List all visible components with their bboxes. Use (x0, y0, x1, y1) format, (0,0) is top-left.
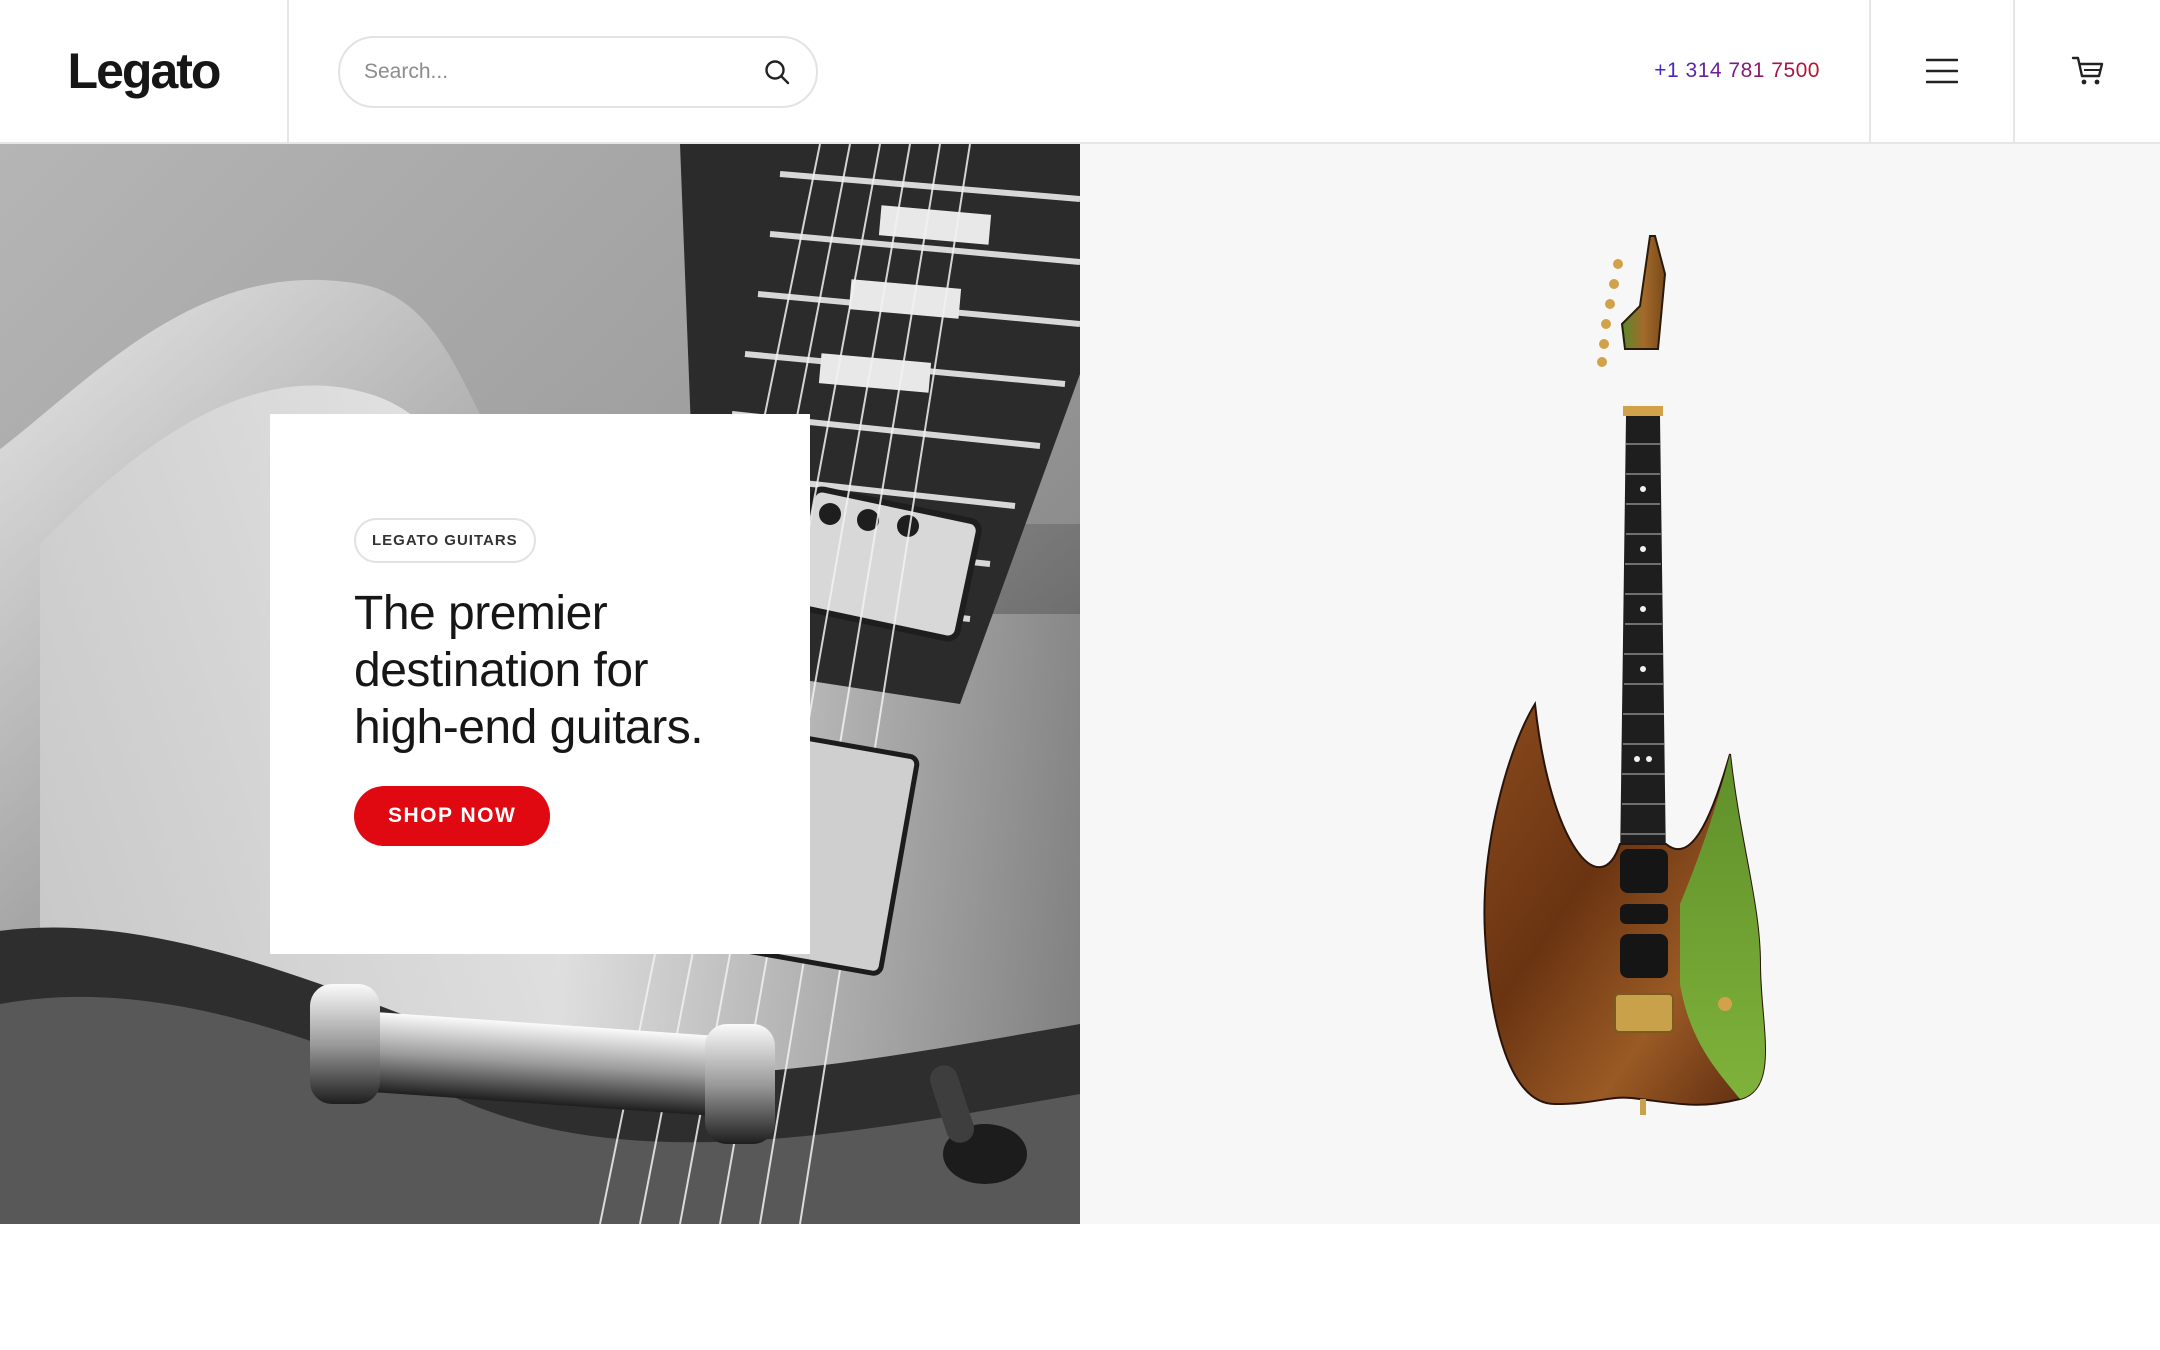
hero-headline: The premier destination for high-end gui… (354, 587, 704, 754)
shop-now-button[interactable]: SHOP NOW (354, 786, 551, 846)
cart-icon (2071, 56, 2103, 85)
site-header: Legato +1 314 781 7500 (0, 0, 2160, 144)
featured-guitar-image[interactable] (1080, 144, 2160, 1224)
phone-link[interactable]: +1 314 781 7500 (1654, 0, 1820, 142)
hero-badge: LEGATO GUITARS (354, 518, 536, 563)
logo[interactable]: Legato (68, 42, 222, 100)
search-input[interactable] (364, 60, 762, 84)
menu-button[interactable] (1869, 0, 2015, 142)
logo-container[interactable]: Legato (0, 0, 289, 142)
search-bar[interactable] (338, 36, 818, 108)
search-icon[interactable] (762, 57, 792, 87)
hero-featured-guitar[interactable] (1080, 144, 2160, 1224)
cart-button[interactable] (2015, 0, 2160, 142)
hero-card: LEGATO GUITARS The premier destination f… (270, 414, 810, 954)
hamburger-menu-icon (1926, 58, 1958, 84)
